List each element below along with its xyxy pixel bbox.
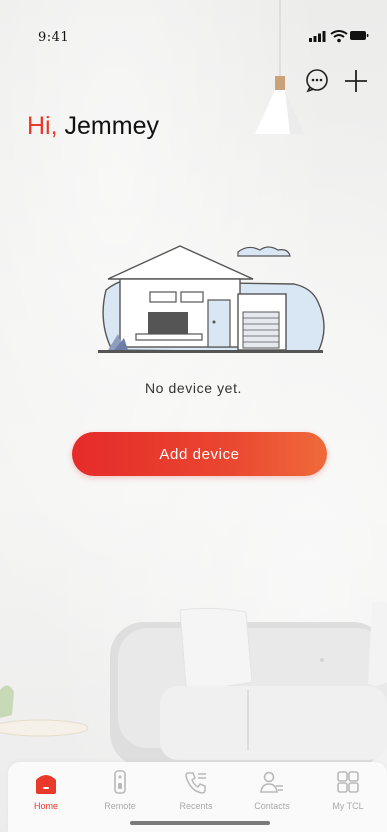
remote-icon <box>114 770 126 794</box>
home-icon <box>36 775 56 794</box>
tab-recents[interactable]: Recents <box>159 770 233 816</box>
battery-icon <box>350 31 369 40</box>
greeting: Hi, Jemmey <box>27 112 159 141</box>
home-indicator <box>130 821 270 825</box>
tab-label: My TCL <box>332 801 364 811</box>
add-device-button[interactable]: Add device <box>72 432 327 476</box>
contacts-icon <box>260 771 283 793</box>
tab-label: Remote <box>104 801 136 811</box>
greeting-prefix: Hi, <box>27 112 58 140</box>
status-bar: 9:41 <box>0 18 387 45</box>
status-icons <box>309 30 369 43</box>
status-time: 9:41 <box>38 30 70 45</box>
user-name: Jemmey <box>64 112 159 140</box>
top-actions <box>303 66 373 96</box>
tab-remote[interactable]: Remote <box>83 770 157 816</box>
sofa-background-image <box>0 601 387 767</box>
tab-my-tcl[interactable]: My TCL <box>311 770 385 816</box>
tab-label: Contacts <box>254 801 290 811</box>
home-screen: 9:41 Hi, Jemmey No device yet. Add devic… <box>0 0 387 832</box>
chat-icon[interactable] <box>303 66 333 96</box>
empty-state-message: No device yet. <box>144 380 243 396</box>
wifi-icon <box>330 30 348 43</box>
tab-home[interactable]: Home <box>9 770 83 816</box>
grid-icon <box>337 771 359 793</box>
add-icon[interactable] <box>341 66 371 96</box>
empty-house-illustration <box>98 245 325 353</box>
tab-label: Home <box>33 801 58 811</box>
tab-label: Recents <box>179 801 213 811</box>
recents-icon <box>185 772 206 794</box>
tab-contacts[interactable]: Contacts <box>235 770 309 816</box>
cellular-signal-icon <box>309 31 326 42</box>
